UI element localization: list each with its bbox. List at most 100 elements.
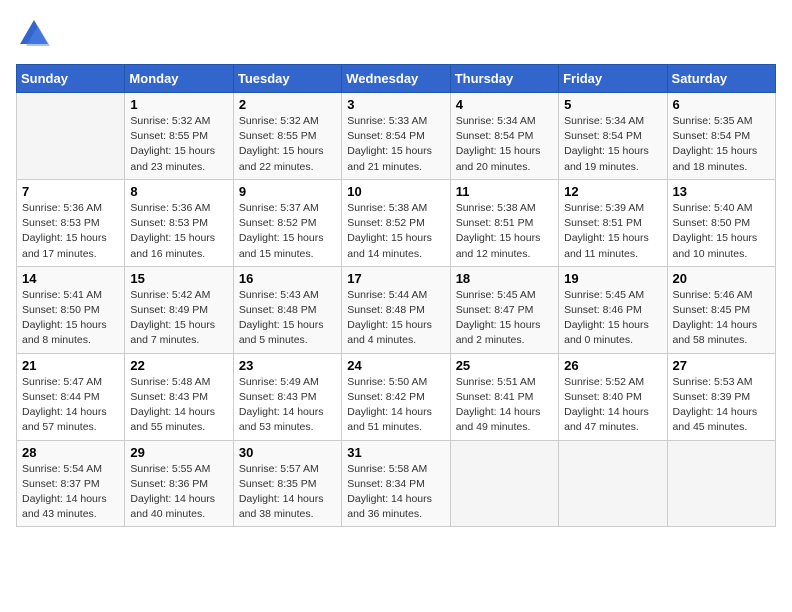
day-info: Sunrise: 5:40 AMSunset: 8:50 PMDaylight:… [673, 202, 758, 260]
column-header-sunday: Sunday [17, 65, 125, 93]
day-info: Sunrise: 5:48 AMSunset: 8:43 PMDaylight:… [130, 376, 215, 434]
calendar-cell: 11 Sunrise: 5:38 AMSunset: 8:51 PMDaylig… [450, 179, 558, 266]
day-number: 17 [347, 271, 444, 286]
day-number: 10 [347, 184, 444, 199]
day-number: 3 [347, 97, 444, 112]
day-number: 1 [130, 97, 227, 112]
day-info: Sunrise: 5:33 AMSunset: 8:54 PMDaylight:… [347, 115, 432, 173]
day-info: Sunrise: 5:50 AMSunset: 8:42 PMDaylight:… [347, 376, 432, 434]
calendar-cell: 6 Sunrise: 5:35 AMSunset: 8:54 PMDayligh… [667, 93, 775, 180]
day-number: 22 [130, 358, 227, 373]
calendar-cell: 31 Sunrise: 5:58 AMSunset: 8:34 PMDaylig… [342, 440, 450, 527]
calendar-cell: 23 Sunrise: 5:49 AMSunset: 8:43 PMDaylig… [233, 353, 341, 440]
day-info: Sunrise: 5:54 AMSunset: 8:37 PMDaylight:… [22, 463, 107, 521]
day-number: 27 [673, 358, 770, 373]
column-header-thursday: Thursday [450, 65, 558, 93]
calendar-week-row: 7 Sunrise: 5:36 AMSunset: 8:53 PMDayligh… [17, 179, 776, 266]
calendar-cell: 8 Sunrise: 5:36 AMSunset: 8:53 PMDayligh… [125, 179, 233, 266]
calendar-cell [17, 93, 125, 180]
calendar-cell [667, 440, 775, 527]
calendar-cell: 25 Sunrise: 5:51 AMSunset: 8:41 PMDaylig… [450, 353, 558, 440]
calendar-week-row: 1 Sunrise: 5:32 AMSunset: 8:55 PMDayligh… [17, 93, 776, 180]
day-info: Sunrise: 5:49 AMSunset: 8:43 PMDaylight:… [239, 376, 324, 434]
day-info: Sunrise: 5:52 AMSunset: 8:40 PMDaylight:… [564, 376, 649, 434]
calendar-cell: 24 Sunrise: 5:50 AMSunset: 8:42 PMDaylig… [342, 353, 450, 440]
day-number: 30 [239, 445, 336, 460]
calendar-cell: 15 Sunrise: 5:42 AMSunset: 8:49 PMDaylig… [125, 266, 233, 353]
calendar-cell: 10 Sunrise: 5:38 AMSunset: 8:52 PMDaylig… [342, 179, 450, 266]
day-number: 5 [564, 97, 661, 112]
day-number: 25 [456, 358, 553, 373]
day-info: Sunrise: 5:35 AMSunset: 8:54 PMDaylight:… [673, 115, 758, 173]
calendar-cell: 7 Sunrise: 5:36 AMSunset: 8:53 PMDayligh… [17, 179, 125, 266]
day-info: Sunrise: 5:34 AMSunset: 8:54 PMDaylight:… [564, 115, 649, 173]
calendar-cell: 14 Sunrise: 5:41 AMSunset: 8:50 PMDaylig… [17, 266, 125, 353]
day-info: Sunrise: 5:57 AMSunset: 8:35 PMDaylight:… [239, 463, 324, 521]
day-info: Sunrise: 5:44 AMSunset: 8:48 PMDaylight:… [347, 289, 432, 347]
calendar-cell: 16 Sunrise: 5:43 AMSunset: 8:48 PMDaylig… [233, 266, 341, 353]
column-header-wednesday: Wednesday [342, 65, 450, 93]
calendar-cell: 28 Sunrise: 5:54 AMSunset: 8:37 PMDaylig… [17, 440, 125, 527]
day-number: 19 [564, 271, 661, 286]
day-info: Sunrise: 5:45 AMSunset: 8:46 PMDaylight:… [564, 289, 649, 347]
calendar-cell: 4 Sunrise: 5:34 AMSunset: 8:54 PMDayligh… [450, 93, 558, 180]
calendar-week-row: 28 Sunrise: 5:54 AMSunset: 8:37 PMDaylig… [17, 440, 776, 527]
day-number: 18 [456, 271, 553, 286]
calendar-cell: 1 Sunrise: 5:32 AMSunset: 8:55 PMDayligh… [125, 93, 233, 180]
calendar-cell: 22 Sunrise: 5:48 AMSunset: 8:43 PMDaylig… [125, 353, 233, 440]
calendar-cell: 30 Sunrise: 5:57 AMSunset: 8:35 PMDaylig… [233, 440, 341, 527]
calendar-cell: 20 Sunrise: 5:46 AMSunset: 8:45 PMDaylig… [667, 266, 775, 353]
logo [16, 16, 56, 52]
calendar-cell: 21 Sunrise: 5:47 AMSunset: 8:44 PMDaylig… [17, 353, 125, 440]
day-info: Sunrise: 5:53 AMSunset: 8:39 PMDaylight:… [673, 376, 758, 434]
day-number: 24 [347, 358, 444, 373]
day-info: Sunrise: 5:34 AMSunset: 8:54 PMDaylight:… [456, 115, 541, 173]
day-info: Sunrise: 5:38 AMSunset: 8:52 PMDaylight:… [347, 202, 432, 260]
day-info: Sunrise: 5:38 AMSunset: 8:51 PMDaylight:… [456, 202, 541, 260]
day-info: Sunrise: 5:41 AMSunset: 8:50 PMDaylight:… [22, 289, 107, 347]
day-info: Sunrise: 5:51 AMSunset: 8:41 PMDaylight:… [456, 376, 541, 434]
column-header-monday: Monday [125, 65, 233, 93]
day-number: 26 [564, 358, 661, 373]
calendar-cell: 5 Sunrise: 5:34 AMSunset: 8:54 PMDayligh… [559, 93, 667, 180]
calendar-cell [450, 440, 558, 527]
calendar-week-row: 14 Sunrise: 5:41 AMSunset: 8:50 PMDaylig… [17, 266, 776, 353]
day-info: Sunrise: 5:43 AMSunset: 8:48 PMDaylight:… [239, 289, 324, 347]
day-info: Sunrise: 5:45 AMSunset: 8:47 PMDaylight:… [456, 289, 541, 347]
day-info: Sunrise: 5:47 AMSunset: 8:44 PMDaylight:… [22, 376, 107, 434]
column-header-friday: Friday [559, 65, 667, 93]
calendar-week-row: 21 Sunrise: 5:47 AMSunset: 8:44 PMDaylig… [17, 353, 776, 440]
calendar-cell [559, 440, 667, 527]
calendar-cell: 3 Sunrise: 5:33 AMSunset: 8:54 PMDayligh… [342, 93, 450, 180]
day-number: 2 [239, 97, 336, 112]
day-info: Sunrise: 5:42 AMSunset: 8:49 PMDaylight:… [130, 289, 215, 347]
day-number: 8 [130, 184, 227, 199]
day-number: 31 [347, 445, 444, 460]
calendar-cell: 17 Sunrise: 5:44 AMSunset: 8:48 PMDaylig… [342, 266, 450, 353]
page-header [16, 16, 776, 52]
day-number: 23 [239, 358, 336, 373]
day-info: Sunrise: 5:32 AMSunset: 8:55 PMDaylight:… [130, 115, 215, 173]
day-number: 7 [22, 184, 119, 199]
column-header-tuesday: Tuesday [233, 65, 341, 93]
day-number: 14 [22, 271, 119, 286]
day-info: Sunrise: 5:37 AMSunset: 8:52 PMDaylight:… [239, 202, 324, 260]
calendar-cell: 26 Sunrise: 5:52 AMSunset: 8:40 PMDaylig… [559, 353, 667, 440]
calendar-cell: 18 Sunrise: 5:45 AMSunset: 8:47 PMDaylig… [450, 266, 558, 353]
day-number: 12 [564, 184, 661, 199]
day-info: Sunrise: 5:46 AMSunset: 8:45 PMDaylight:… [673, 289, 758, 347]
calendar-cell: 12 Sunrise: 5:39 AMSunset: 8:51 PMDaylig… [559, 179, 667, 266]
day-number: 20 [673, 271, 770, 286]
day-number: 6 [673, 97, 770, 112]
calendar-cell: 9 Sunrise: 5:37 AMSunset: 8:52 PMDayligh… [233, 179, 341, 266]
calendar-table: SundayMondayTuesdayWednesdayThursdayFrid… [16, 64, 776, 527]
calendar-cell: 19 Sunrise: 5:45 AMSunset: 8:46 PMDaylig… [559, 266, 667, 353]
day-number: 29 [130, 445, 227, 460]
day-number: 16 [239, 271, 336, 286]
day-info: Sunrise: 5:39 AMSunset: 8:51 PMDaylight:… [564, 202, 649, 260]
day-number: 15 [130, 271, 227, 286]
day-number: 11 [456, 184, 553, 199]
day-number: 28 [22, 445, 119, 460]
day-number: 13 [673, 184, 770, 199]
day-info: Sunrise: 5:55 AMSunset: 8:36 PMDaylight:… [130, 463, 215, 521]
